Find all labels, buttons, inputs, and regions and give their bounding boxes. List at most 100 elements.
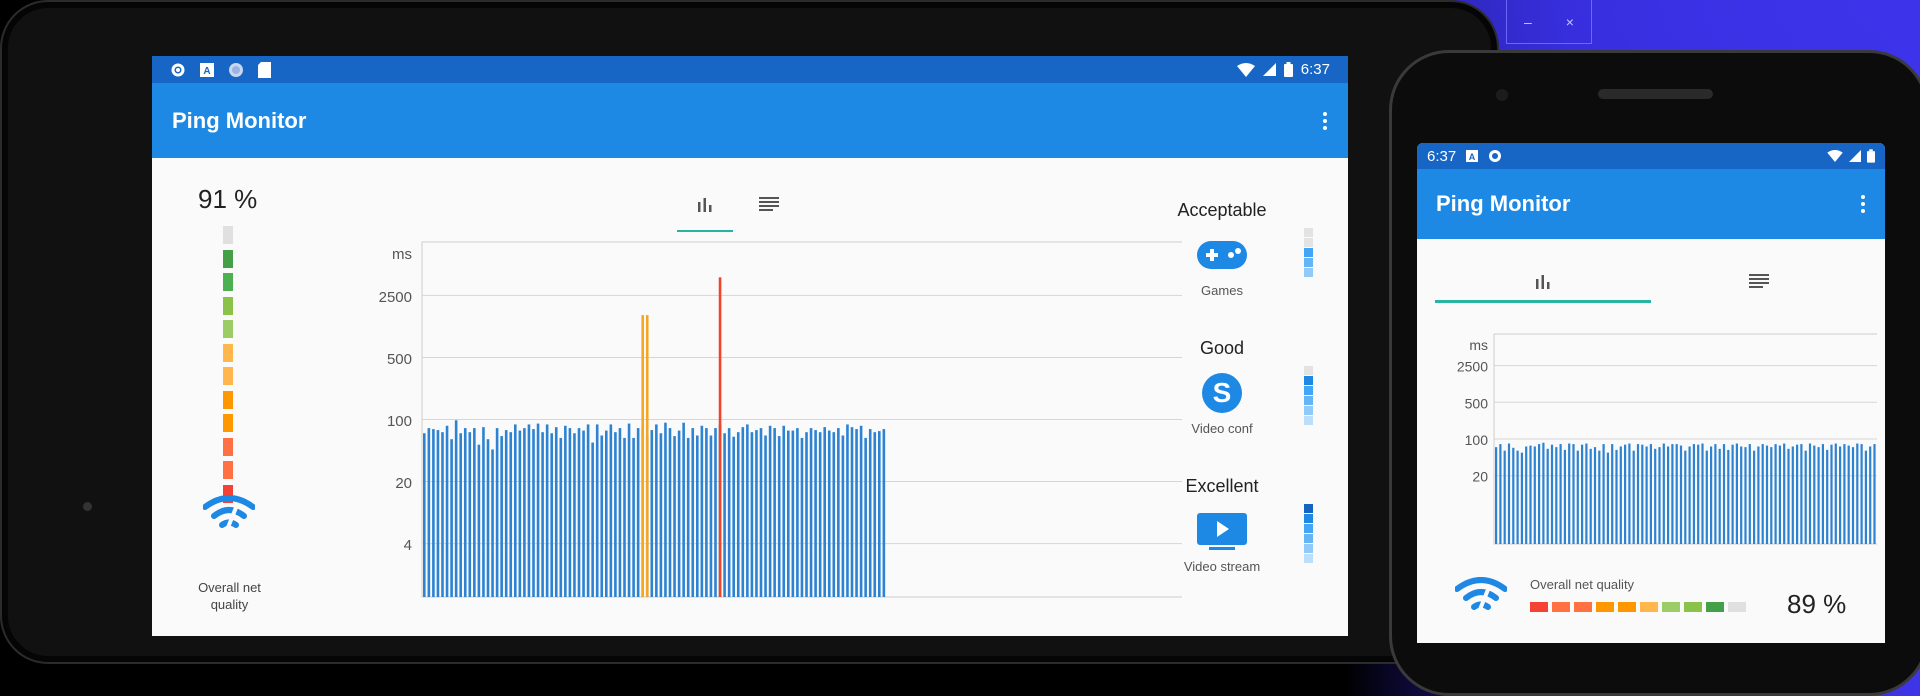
skype-icon: S (1157, 371, 1287, 415)
signal-icon (1262, 63, 1276, 76)
ping-bar (1770, 447, 1773, 544)
tab-log[interactable] (741, 188, 797, 232)
category-level-segment (1304, 406, 1313, 415)
ping-bar (1503, 450, 1506, 544)
ping-bar (1787, 448, 1790, 544)
ping-bar (805, 432, 808, 597)
status-time: 6:37 (1300, 61, 1330, 78)
ping-bar (518, 430, 522, 597)
ping-bar (609, 424, 613, 597)
phone-camera (1496, 89, 1508, 101)
ping-bar (473, 428, 476, 597)
ping-bar (582, 430, 585, 597)
category-level-segment (1304, 554, 1313, 563)
tab-chart[interactable] (1435, 255, 1651, 303)
ping-bar (1701, 443, 1704, 544)
ping-bar (1550, 444, 1554, 544)
ping-bar (809, 428, 813, 597)
category-level-bar (1304, 504, 1313, 564)
ping-bar (636, 428, 640, 597)
quality-level-segment (1530, 602, 1548, 612)
ping-bar (1714, 444, 1717, 544)
ping-bar (1495, 447, 1498, 544)
ping-bar (741, 427, 745, 597)
quality-level-segment (1640, 602, 1658, 612)
ping-bar (855, 429, 858, 597)
tablet-content: 91 % Overall net quality ms 2500 500 100 20 4… (152, 158, 1348, 636)
tab-chart[interactable] (677, 188, 733, 232)
tab-log[interactable] (1651, 255, 1867, 303)
ping-bar (459, 433, 462, 597)
ping-bar (1800, 444, 1803, 544)
ping-bar (864, 437, 867, 597)
gear-icon (171, 63, 185, 76)
ping-bar (1525, 446, 1528, 544)
gamepad-icon (1157, 233, 1287, 277)
quality-level-segment (1662, 602, 1680, 612)
ping-bar (682, 422, 685, 597)
ping-bar (882, 429, 886, 597)
wifi-status-icon (1827, 150, 1843, 162)
ping-bar (1512, 447, 1515, 544)
ping-bar (1568, 443, 1571, 544)
ping-bar (1649, 444, 1652, 544)
ping-bar (873, 432, 877, 597)
quality-level-segment (223, 226, 233, 244)
quality-level-segment (1574, 602, 1592, 612)
ping-bar (768, 425, 772, 597)
ping-bar (878, 431, 881, 597)
ping-bar (1624, 444, 1627, 544)
ping-bar (1542, 442, 1545, 544)
overflow-menu-icon[interactable] (1322, 111, 1328, 130)
category-level-segment (1304, 268, 1313, 277)
overall-quality-percent: 89 % (1787, 589, 1847, 619)
battery-icon (1283, 62, 1293, 77)
battery-icon (1867, 149, 1875, 163)
ping-bar (1705, 450, 1708, 544)
ping-bar (1843, 444, 1846, 544)
phone-status-time: 6:37 (1427, 147, 1457, 165)
window-controls: – × (1506, 0, 1592, 44)
ping-bar (1572, 444, 1575, 544)
close-button[interactable]: × (1566, 14, 1574, 30)
ping-bar (1636, 444, 1640, 544)
quality-level-bar (1530, 602, 1746, 612)
ping-bar (1684, 450, 1687, 544)
ping-bar (568, 428, 572, 597)
svg-text:A: A (203, 66, 210, 77)
ping-bar (837, 428, 840, 597)
ping-bar (1598, 450, 1601, 544)
tablet-screen: A 6:37 Ping Monitor 91 % Overall net qua… (152, 56, 1348, 636)
ping-bar (827, 430, 831, 597)
ping-bar (1817, 447, 1820, 544)
font-icon: A (1466, 150, 1479, 162)
ping-bar (773, 428, 776, 597)
video-stream-icon (1157, 509, 1287, 553)
y-axis-unit: ms (1469, 337, 1488, 353)
y-tick-label: 100 (387, 413, 412, 430)
ping-bar (468, 432, 472, 597)
ping-bar (1697, 444, 1700, 544)
ping-bar (1753, 450, 1756, 544)
quality-level-segment (223, 273, 233, 291)
ping-bar (536, 423, 540, 597)
ping-bar (436, 430, 440, 597)
ping-bar (1847, 445, 1850, 544)
minimize-button[interactable]: – (1524, 14, 1532, 30)
ping-bar (755, 430, 758, 597)
ping-bar (450, 439, 453, 597)
ping-bar (523, 428, 526, 597)
phone-status-bar: 6:37 A (1417, 143, 1885, 169)
ping-bar (791, 430, 795, 597)
category-3: Excellent Video stream (1157, 476, 1287, 574)
ping-bar (595, 424, 599, 597)
ping-bar (495, 428, 499, 597)
overflow-menu-icon[interactable] (1860, 195, 1866, 213)
ping-bar (600, 435, 604, 597)
ping-bar (1619, 446, 1622, 544)
ping-bar (782, 425, 786, 597)
ping-bar (677, 430, 681, 597)
ping-bar (550, 433, 553, 597)
ping-bar (1722, 444, 1726, 544)
ping-bar (632, 437, 635, 597)
